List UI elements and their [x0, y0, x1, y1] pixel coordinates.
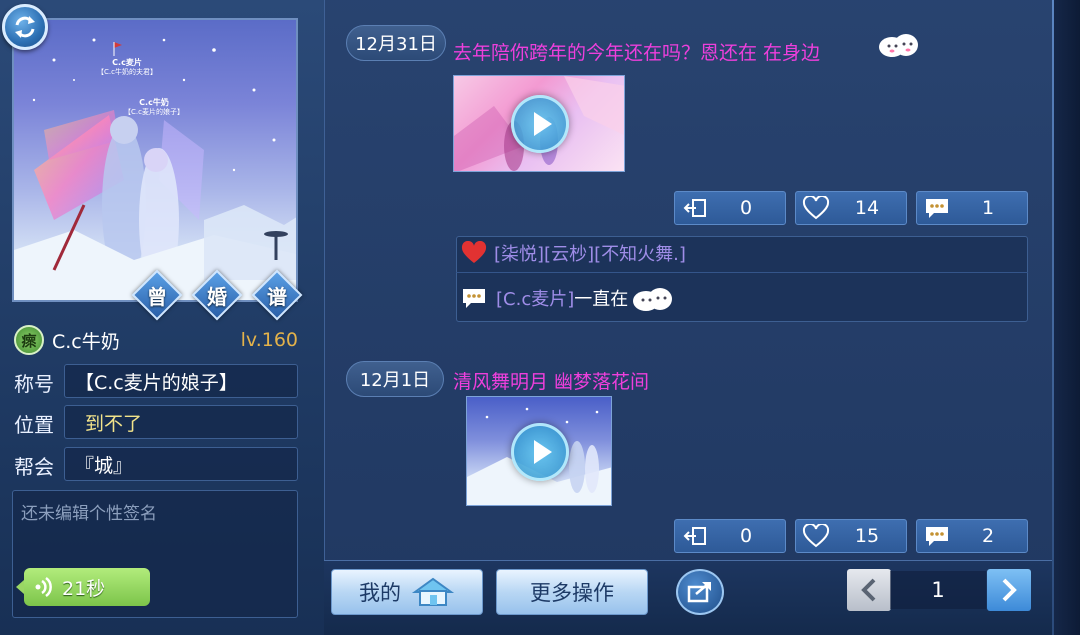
chevron-right-icon: [1002, 578, 1017, 602]
share-icon: [687, 582, 711, 603]
share-count-button[interactable]: 0: [674, 191, 786, 225]
share-count: 0: [739, 525, 753, 547]
likers-names[interactable]: [柒悦][云杪][不知火舞.]: [494, 240, 686, 266]
more-actions-label: 更多操作: [530, 581, 614, 605]
faction-badge-icon: 瘝: [14, 325, 44, 355]
share-count: 0: [739, 197, 753, 219]
refresh-icon: [15, 16, 35, 38]
hex-button-marriage[interactable]: 婚: [191, 269, 243, 321]
portrait-tag-name: C.c麦片: [112, 58, 142, 67]
player-name: C.c牛奶: [52, 330, 120, 353]
heart-outline-icon: [802, 524, 830, 548]
like-count: 14: [854, 197, 880, 219]
my-home-label: 我的: [359, 581, 401, 605]
comment-bubble-icon: [926, 199, 948, 218]
field-value-guild: 『城』: [64, 447, 298, 481]
post-date: 12月31日: [346, 25, 446, 61]
like-count-button[interactable]: 15: [795, 519, 907, 553]
field-value-text: 到不了: [85, 412, 143, 435]
window-edge: [1052, 0, 1080, 635]
like-count: 15: [854, 525, 880, 547]
chevron-left-icon: [861, 578, 876, 602]
my-home-button[interactable]: 我的: [331, 569, 483, 615]
comment-count: 1: [981, 197, 995, 219]
field-value-location: 到不了: [64, 405, 298, 439]
post-text: 清风舞明月 幽梦落花间: [453, 371, 650, 393]
next-page-button[interactable]: [987, 569, 1031, 611]
portrait-tag-title: 【C.c麦片的娘子】: [124, 107, 184, 116]
video-thumbnail[interactable]: [466, 396, 612, 506]
play-icon[interactable]: [511, 95, 569, 153]
prev-page-button[interactable]: [847, 569, 891, 611]
voice-wave-icon: [35, 576, 52, 598]
field-label-guild: 帮会: [14, 455, 54, 479]
share-button[interactable]: [676, 569, 724, 615]
field-value-title: 【C.c麦片的娘子】: [64, 364, 298, 398]
cloud-emoji-icon: [633, 288, 673, 311]
house-icon: [411, 577, 455, 606]
comment-bubble-icon: [463, 289, 485, 308]
hex-button-history[interactable]: 曾: [131, 269, 183, 321]
player-level: lv.160: [240, 329, 298, 351]
post-date-text: 12月1日: [359, 370, 431, 391]
portrait-tag-name: C.c牛奶: [139, 98, 169, 107]
like-count-button[interactable]: 14: [795, 191, 907, 225]
share-arrow-icon: [683, 527, 706, 545]
comment-count-button[interactable]: 1: [916, 191, 1028, 225]
comment-count: 2: [981, 525, 995, 547]
portrait-tag-title: 【C.c牛奶的夫君】: [97, 67, 157, 76]
post-text: 去年陪你跨年的今年还在吗？恩还在 在身边: [453, 42, 821, 64]
hex-button-label: 谱: [267, 284, 287, 309]
comment-author[interactable]: [C.c麦片]: [496, 285, 574, 311]
faction-badge-char: 瘝: [21, 331, 37, 350]
hex-button-genealogy[interactable]: 谱: [251, 269, 303, 321]
heart-outline-icon: [802, 196, 830, 220]
comment-bubble-icon: [926, 527, 948, 546]
field-label-location: 位置: [14, 413, 54, 437]
hex-button-label: 婚: [207, 284, 227, 309]
share-arrow-icon: [683, 199, 706, 217]
refresh-button[interactable]: [2, 4, 48, 50]
video-thumbnail[interactable]: [453, 75, 625, 172]
comment-line: [C.c麦片] 一直在: [460, 283, 676, 313]
character-portrait: C.c麦片 【C.c牛奶的夫君】 C.c牛奶 【C.c麦片的娘子】: [12, 18, 298, 302]
profile-name-row: 瘝 C.c牛奶 lv.160: [14, 324, 298, 356]
signature-placeholder: 还未编辑个性签名: [21, 504, 157, 524]
play-icon[interactable]: [511, 423, 569, 481]
hex-button-label: 曾: [147, 284, 167, 309]
voice-message-button[interactable]: 21秒: [16, 568, 150, 606]
likers-line: [柒悦][云杪][不知火舞.]: [460, 240, 686, 266]
comment-count-button[interactable]: 2: [916, 519, 1028, 553]
page-number: 1: [890, 571, 986, 609]
field-value-text: 『城』: [75, 454, 133, 477]
share-count-button[interactable]: 0: [674, 519, 786, 553]
post-date-text: 12月31日: [355, 34, 437, 55]
more-actions-button[interactable]: 更多操作: [496, 569, 648, 615]
comment-text: 一直在: [574, 289, 629, 310]
voice-duration: 21秒: [62, 577, 106, 600]
comment-divider: [456, 272, 1028, 273]
field-label-title: 称号: [14, 372, 54, 396]
heart-filled-icon: [461, 241, 487, 263]
cloud-emoji-icon: [879, 34, 918, 57]
field-value-text: 【C.c麦片的娘子】: [75, 371, 238, 394]
post-date: 12月1日: [346, 361, 444, 397]
